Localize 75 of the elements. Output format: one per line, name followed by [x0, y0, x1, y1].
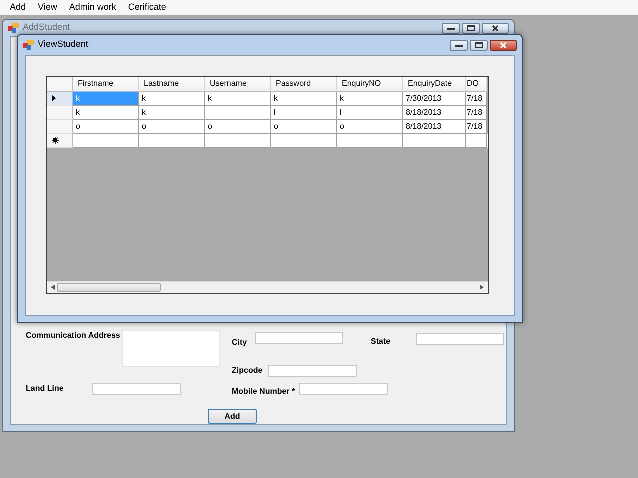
table-cell[interactable]: [403, 134, 466, 148]
field-label: Zipcode: [232, 365, 264, 377]
column-header[interactable]: EnquiryDate: [403, 77, 466, 92]
column-header[interactable]: Password: [271, 77, 337, 92]
text-field[interactable]: [416, 333, 504, 345]
close-icon: [500, 42, 507, 48]
close-icon: [492, 24, 499, 32]
app-icon: [23, 40, 34, 50]
table-cell[interactable]: [205, 134, 271, 148]
maximize-button[interactable]: [462, 22, 480, 34]
table-cell[interactable]: k: [271, 92, 337, 106]
field-label: City: [232, 337, 248, 349]
field-label: Land Line: [26, 383, 65, 395]
horizontal-scrollbar[interactable]: [47, 281, 488, 293]
table-cell[interactable]: o: [73, 120, 139, 134]
minimize-button[interactable]: [450, 40, 468, 50]
row-header[interactable]: [47, 134, 73, 148]
column-header[interactable]: Lastname: [139, 77, 205, 92]
table-cell[interactable]: 8/18/2013: [403, 120, 466, 134]
field-label: State: [371, 336, 392, 348]
column-header[interactable]: Firstname: [73, 77, 139, 92]
table-cell[interactable]: o: [205, 120, 271, 134]
minimize-icon: [455, 43, 463, 47]
maximize-icon: [467, 25, 475, 31]
table-cell[interactable]: l: [271, 106, 337, 120]
table-cell[interactable]: 7/30/2013: [403, 92, 466, 106]
menu-item[interactable]: View: [32, 1, 64, 14]
table-cell[interactable]: k: [73, 106, 139, 120]
table-cell[interactable]: 7/18: [466, 92, 487, 106]
table-cell[interactable]: k: [139, 106, 205, 120]
maximize-button[interactable]: [470, 40, 488, 50]
row-header[interactable]: [47, 92, 73, 106]
scroll-right-icon: [480, 285, 484, 290]
table-cell[interactable]: o: [139, 120, 205, 134]
table-cell[interactable]: [271, 134, 337, 148]
text-field[interactable]: [299, 383, 388, 395]
table-cell[interactable]: l: [337, 106, 403, 120]
new-row-icon: [52, 137, 59, 144]
text-field[interactable]: [268, 365, 357, 377]
text-field[interactable]: [255, 332, 343, 344]
field-label: Mobile Number *: [232, 386, 296, 398]
grid-corner-cell: [47, 77, 73, 92]
table-cell[interactable]: [205, 106, 271, 120]
scroll-left-icon: [51, 285, 55, 290]
table-cell[interactable]: [139, 134, 205, 148]
table-cell[interactable]: 7/18: [466, 120, 487, 134]
scrollbar-thumb[interactable]: [57, 283, 161, 292]
current-row-icon: [52, 95, 56, 102]
table-cell[interactable]: o: [271, 120, 337, 134]
close-button[interactable]: [482, 22, 509, 34]
column-header[interactable]: DO: [466, 77, 487, 92]
close-button[interactable]: [490, 40, 517, 50]
minimize-icon: [447, 26, 455, 30]
app-icon: [8, 23, 19, 33]
table-cell[interactable]: [466, 134, 487, 148]
menu-item[interactable]: Add: [4, 1, 32, 14]
menu-item[interactable]: Cerificate: [122, 1, 172, 14]
text-field[interactable]: [92, 383, 181, 395]
add-button[interactable]: Add: [208, 409, 257, 424]
minimize-button[interactable]: [442, 22, 460, 34]
table-cell[interactable]: k: [337, 92, 403, 106]
window-title: AddStudent: [23, 21, 70, 34]
window-title: ViewStudent: [38, 38, 88, 52]
table-cell[interactable]: 8/18/2013: [403, 106, 466, 120]
field-label: Communication Address: [26, 330, 122, 342]
column-header[interactable]: EnquiryNO: [337, 77, 403, 92]
table-cell[interactable]: k: [139, 92, 205, 106]
table-cell[interactable]: 7/18: [466, 106, 487, 120]
menu-item[interactable]: Admin work: [63, 1, 122, 14]
table-cell[interactable]: o: [337, 120, 403, 134]
table-cell[interactable]: [337, 134, 403, 148]
table-cell[interactable]: [73, 134, 139, 148]
column-header[interactable]: Username: [205, 77, 271, 92]
maximize-icon: [475, 42, 483, 48]
table-cell[interactable]: k: [205, 92, 271, 106]
